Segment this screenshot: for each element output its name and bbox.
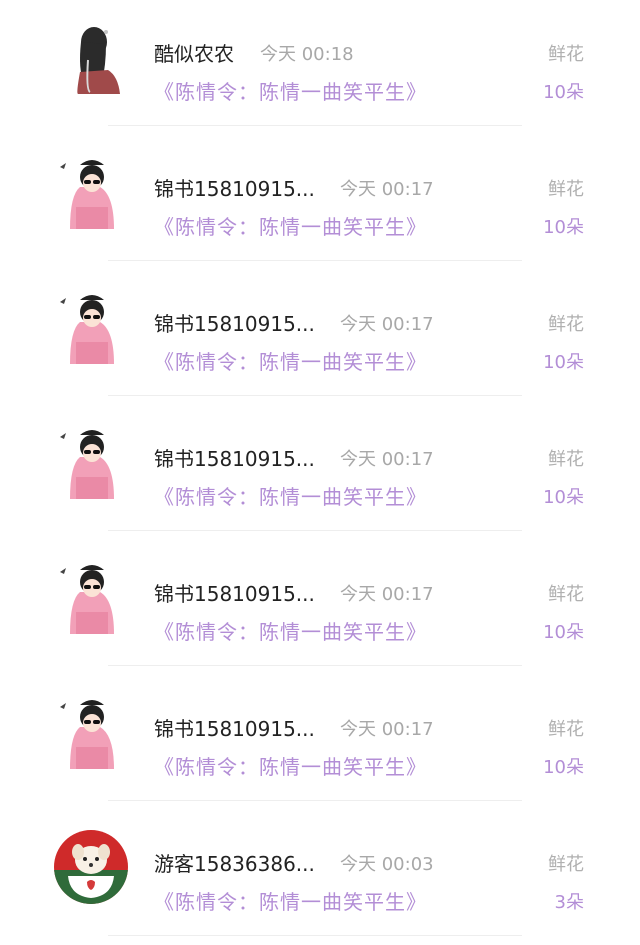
list-item[interactable]: 游客15836386... 今天 00:03 《陈情令：陈情一曲笑平生》 鲜花 … bbox=[0, 810, 640, 945]
time-stamp: 今天 00:18 bbox=[260, 44, 354, 65]
book-title-link[interactable]: 《陈情令：陈情一曲笑平生》 bbox=[154, 481, 427, 510]
list-item[interactable]: 锦书15810915... 今天 00:17 《陈情令：陈情一曲笑平生》 鲜花 … bbox=[0, 135, 640, 270]
divider bbox=[108, 935, 522, 936]
list-item[interactable]: 锦书15810915... 今天 00:17 《陈情令：陈情一曲笑平生》 鲜花 … bbox=[0, 540, 640, 675]
time-stamp: 今天 00:03 bbox=[340, 854, 434, 875]
user-name: 锦书15810915... bbox=[154, 447, 315, 471]
cartoon-girl-icon[interactable] bbox=[54, 560, 128, 634]
book-title-link[interactable]: 《陈情令：陈情一曲笑平生》 bbox=[154, 211, 427, 240]
gift-label: 鲜花 bbox=[548, 854, 584, 875]
time-stamp: 今天 00:17 bbox=[340, 719, 434, 740]
gift-count: 10朵 bbox=[543, 82, 584, 103]
long-hair-girl-icon[interactable] bbox=[54, 20, 128, 94]
list-item[interactable]: 锦书15810915... 今天 00:17 《陈情令：陈情一曲笑平生》 鲜花 … bbox=[0, 270, 640, 405]
gift-label: 鲜花 bbox=[548, 44, 584, 65]
puppy-in-teacup-icon[interactable] bbox=[54, 830, 128, 904]
divider bbox=[108, 260, 522, 261]
user-name: 锦书15810915... bbox=[154, 177, 315, 201]
gift-label: 鲜花 bbox=[548, 314, 584, 335]
time-stamp: 今天 00:17 bbox=[340, 449, 434, 470]
book-title-link[interactable]: 《陈情令：陈情一曲笑平生》 bbox=[154, 76, 427, 105]
book-title-link[interactable]: 《陈情令：陈情一曲笑平生》 bbox=[154, 886, 427, 915]
gift-label: 鲜花 bbox=[548, 584, 584, 605]
gift-label: 鲜花 bbox=[548, 449, 584, 470]
time-stamp: 今天 00:17 bbox=[340, 314, 434, 335]
gift-count: 10朵 bbox=[543, 622, 584, 643]
time-stamp: 今天 00:17 bbox=[340, 584, 434, 605]
divider bbox=[108, 125, 522, 126]
cartoon-girl-icon[interactable] bbox=[54, 695, 128, 769]
divider bbox=[108, 665, 522, 666]
list-item[interactable]: 锦书15810915... 今天 00:17 《陈情令：陈情一曲笑平生》 鲜花 … bbox=[0, 405, 640, 540]
gift-label: 鲜花 bbox=[548, 179, 584, 200]
gift-count: 10朵 bbox=[543, 487, 584, 508]
gift-record-list: 酷似农农 今天 00:18 《陈情令：陈情一曲笑平生》 鲜花 10朵 锦书158… bbox=[0, 0, 640, 937]
cartoon-girl-icon[interactable] bbox=[54, 290, 128, 364]
gift-count: 10朵 bbox=[543, 757, 584, 778]
user-name: 锦书15810915... bbox=[154, 717, 315, 741]
cartoon-girl-icon[interactable] bbox=[54, 425, 128, 499]
cartoon-girl-icon[interactable] bbox=[54, 155, 128, 229]
time-stamp: 今天 00:17 bbox=[340, 179, 434, 200]
user-name: 酷似农农 bbox=[154, 42, 234, 66]
divider bbox=[108, 530, 522, 531]
list-item[interactable]: 锦书15810915... 今天 00:17 《陈情令：陈情一曲笑平生》 鲜花 … bbox=[0, 675, 640, 810]
divider bbox=[108, 395, 522, 396]
book-title-link[interactable]: 《陈情令：陈情一曲笑平生》 bbox=[154, 346, 427, 375]
gift-count: 10朵 bbox=[543, 217, 584, 238]
user-name: 锦书15810915... bbox=[154, 582, 315, 606]
book-title-link[interactable]: 《陈情令：陈情一曲笑平生》 bbox=[154, 616, 427, 645]
user-name: 锦书15810915... bbox=[154, 312, 315, 336]
user-name: 游客15836386... bbox=[154, 852, 315, 876]
gift-label: 鲜花 bbox=[548, 719, 584, 740]
book-title-link[interactable]: 《陈情令：陈情一曲笑平生》 bbox=[154, 751, 427, 780]
divider bbox=[108, 800, 522, 801]
list-item[interactable]: 酷似农农 今天 00:18 《陈情令：陈情一曲笑平生》 鲜花 10朵 bbox=[0, 0, 640, 135]
gift-count: 3朵 bbox=[554, 892, 584, 913]
gift-count: 10朵 bbox=[543, 352, 584, 373]
